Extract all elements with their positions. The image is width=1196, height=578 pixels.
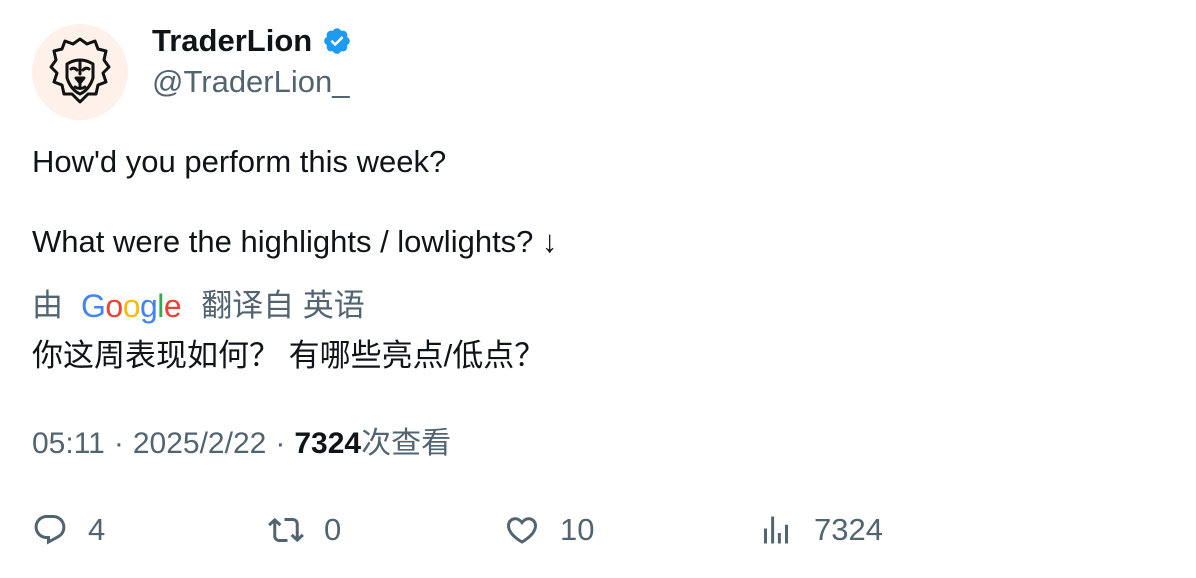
views-action-count: 7324: [814, 512, 883, 547]
views-count: 7324: [294, 427, 362, 460]
analytics-icon: [764, 516, 788, 544]
reply-count: 4: [88, 512, 106, 547]
tweet-text-line-1: How'd you perform this week?: [32, 144, 447, 179]
author-handle[interactable]: @TraderLion_: [152, 63, 349, 101]
heart-icon: [506, 517, 538, 544]
reply-button[interactable]: 4: [32, 510, 105, 550]
views-button[interactable]: 7324: [758, 510, 883, 550]
meta-separator: ·: [275, 427, 286, 460]
translation-attribution[interactable]: 由 Google 翻译自 英语: [32, 286, 365, 326]
tweet-text-line-2: What were the highlights / lowlights? ↓: [32, 224, 558, 259]
translated-text: 你这周表现如何？ 有哪些亮点/低点？: [32, 338, 546, 373]
tweet-time[interactable]: 05:11: [32, 424, 105, 464]
google-logo: Google: [81, 288, 182, 324]
author-display-name[interactable]: TraderLion: [152, 22, 352, 60]
translated-from-label: 翻译自 英语: [201, 288, 365, 323]
tweet-date[interactable]: 2025/2/22: [133, 424, 266, 464]
author-name-text: TraderLion: [152, 23, 313, 58]
verified-badge-icon: [324, 28, 351, 54]
like-button[interactable]: 10: [504, 510, 594, 550]
views-label: 次查看: [361, 427, 452, 460]
retweet-button[interactable]: 0: [268, 510, 341, 550]
translated-by-label: 由: [32, 288, 63, 323]
reply-icon: [34, 515, 66, 545]
lion-logo-icon: [49, 37, 111, 104]
meta-separator: ·: [113, 427, 124, 460]
like-count: 10: [560, 512, 595, 547]
retweet-icon: [268, 517, 304, 543]
avatar[interactable]: [32, 24, 128, 120]
tweet-metadata: 05:11 · 2025/2/22 · 7324 次查看: [32, 424, 451, 464]
retweet-count: 0: [324, 512, 342, 547]
